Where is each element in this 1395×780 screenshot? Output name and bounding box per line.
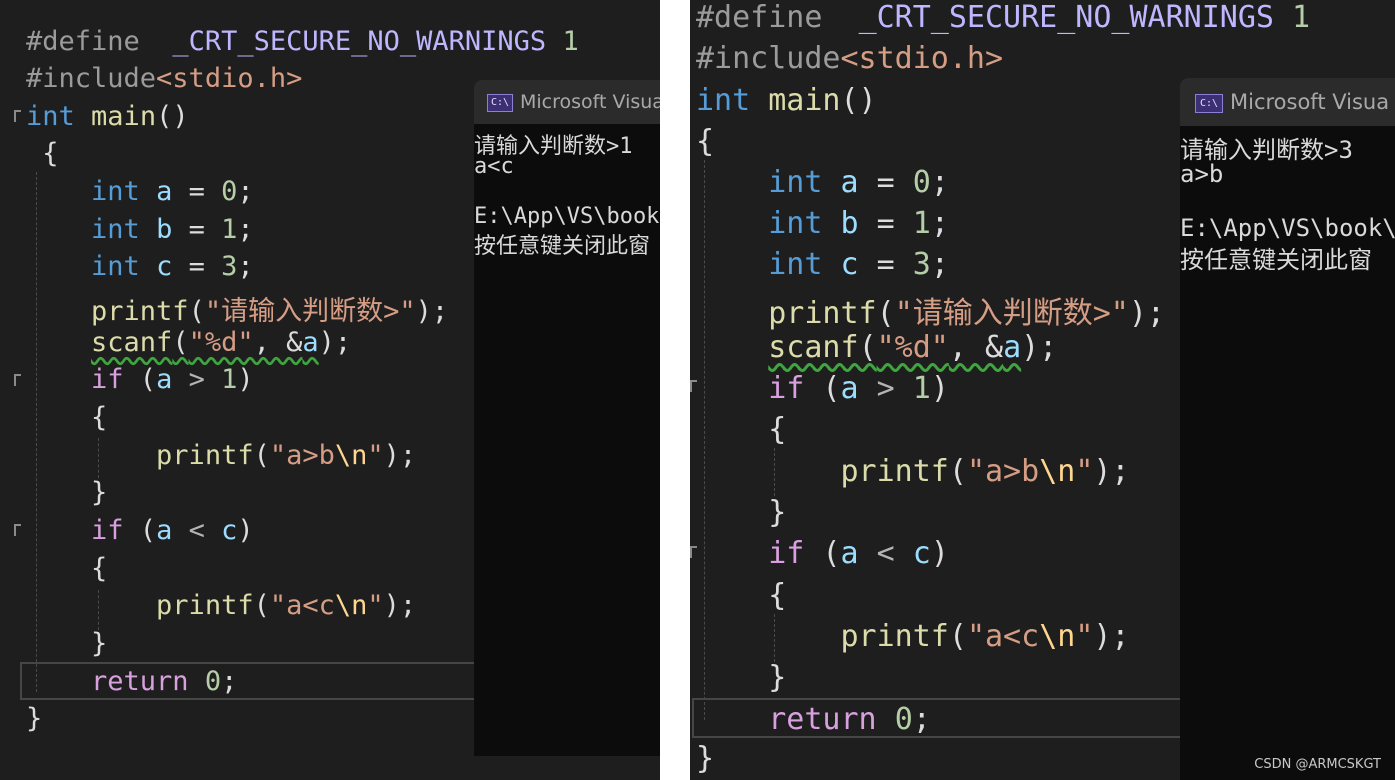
code-line-if1-brace-close: } [768, 495, 787, 530]
console-output-line: 按任意键关闭此窗 [1180, 246, 1372, 274]
code-line-printf: printf("请输入判断数>"); [768, 296, 1165, 331]
code-line-if1-printf: printf("a>b\n"); [840, 454, 1130, 489]
fold-marker[interactable] [14, 374, 21, 386]
code-line-scanf: scanf("%d", &a); [768, 330, 1058, 365]
code-line-if1: if (a > 1) [768, 371, 949, 406]
console-title: Microsoft Visual [520, 91, 660, 113]
code-line-decl-c: int c = 3; [768, 247, 949, 282]
code-line-if2: if (a < c) [91, 515, 254, 546]
fold-marker[interactable] [14, 110, 21, 122]
code-line-decl-b: int b = 1; [768, 206, 949, 241]
code-line-decl-b: int b = 1; [91, 214, 254, 245]
console-output-line: E:\App\VS\book\ [1180, 214, 1395, 242]
code-line-printf: printf("请输入判断数>"); [91, 296, 449, 327]
console-output-line: a>b [1180, 160, 1224, 188]
code-line-if1-printf: printf("a>b\n"); [156, 440, 417, 471]
code-line-define: #define _CRT_SECURE_NO_WARNINGS 1 [26, 26, 579, 57]
code-line-if1-brace-open: { [91, 402, 108, 433]
code-line-main: int main() [696, 83, 877, 118]
image-divider [660, 0, 690, 780]
code-line-if2-brace-close: } [768, 660, 787, 695]
code-line-brace-close: } [26, 703, 43, 734]
fold-marker[interactable] [14, 524, 21, 536]
console-title-bar[interactable]: C:\ Microsoft Visual [474, 80, 660, 124]
code-line-decl-c: int c = 3; [91, 251, 254, 282]
console-window[interactable]: C:\ Microsoft Visua 请输入判断数>3 a>b E:\App\… [1180, 78, 1395, 780]
code-line-include: #include<stdio.h> [696, 41, 1004, 76]
code-line-return: return 0; [768, 702, 931, 737]
code-line-return: return 0; [91, 666, 238, 697]
code-line-if2-brace-close: } [91, 628, 108, 659]
console-window[interactable]: C:\ Microsoft Visual 请输入判断数>1 a<c E:\App… [474, 80, 660, 756]
code-line-brace-open: { [696, 124, 715, 159]
console-app-icon: C:\ [487, 94, 513, 112]
code-line-define: #define _CRT_SECURE_NO_WARNINGS 1 [696, 0, 1311, 35]
console-output-line: 按任意键关闭此窗 [474, 234, 651, 259]
code-line-if2-brace-open: { [768, 578, 787, 613]
editor-panel-left: #define _CRT_SECURE_NO_WARNINGS 1 #inclu… [0, 0, 660, 780]
code-line-decl-a: int a = 0; [768, 165, 949, 200]
console-title: Microsoft Visua [1230, 90, 1390, 114]
code-line-if2-brace-open: { [91, 553, 108, 584]
code-line-if1-brace-close: } [91, 477, 108, 508]
watermark: CSDN @ARMCSKGT [1254, 757, 1381, 772]
code-line-scanf: scanf("%d", &a); [91, 327, 352, 358]
console-output-line: a<c [474, 154, 514, 179]
code-line-main: int main() [26, 101, 189, 132]
console-title-bar[interactable]: C:\ Microsoft Visua [1180, 78, 1395, 126]
console-output-line: E:\App\VS\book\ [474, 204, 660, 229]
code-line-if2: if (a < c) [768, 536, 949, 571]
code-line-if2-printf: printf("a<c\n"); [156, 590, 417, 621]
code-line-if2-printf: printf("a<c\n"); [840, 619, 1130, 654]
code-line-brace-open: { [42, 138, 59, 169]
console-app-icon: C:\ [1195, 94, 1223, 113]
code-line-include: #include<stdio.h> [26, 63, 303, 94]
code-line-decl-a: int a = 0; [91, 176, 254, 207]
code-line-if1-brace-open: { [768, 412, 787, 447]
editor-panel-right: #define _CRT_SECURE_NO_WARNINGS 1 #inclu… [690, 0, 1395, 780]
code-line-brace-close: } [696, 741, 715, 776]
code-line-if1: if (a > 1) [91, 364, 254, 395]
